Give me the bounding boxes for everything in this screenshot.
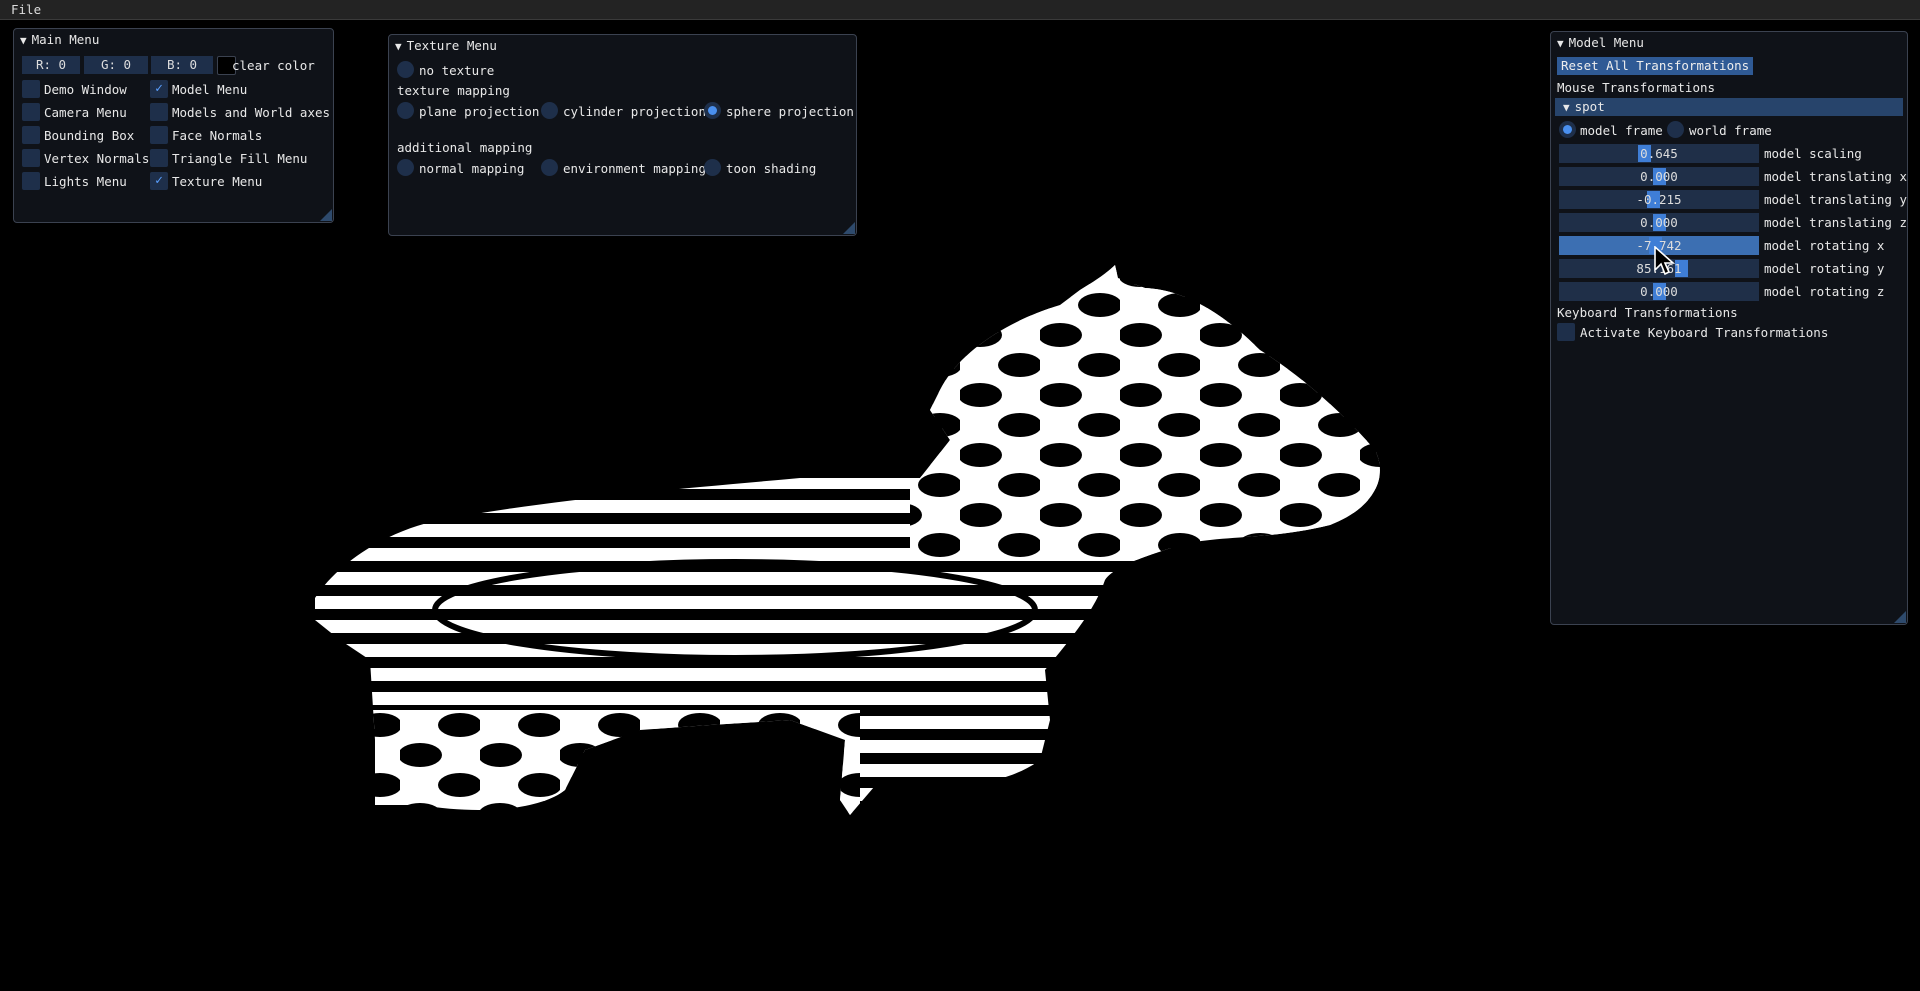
texture-menu-title[interactable]: ▼ Texture Menu [395, 37, 497, 55]
environment-mapping-label: environment mapping [563, 161, 706, 176]
plane-projection-label: plane projection [419, 104, 540, 119]
world-frame-radio[interactable] [1667, 121, 1684, 138]
slider-label: model scaling [1764, 146, 1862, 161]
slider-value: 0.645 [1640, 146, 1678, 161]
texture-menu-window: ▼ Texture Menu no texture texture mapping… [388, 34, 857, 236]
normal-mapping-radio[interactable] [397, 159, 414, 176]
models-world-axes-checkbox[interactable] [150, 103, 168, 121]
toon-shading-label: toon shading [726, 161, 817, 176]
model-frame-label: model frame [1580, 123, 1663, 138]
collapse-triangle-icon[interactable]: ▼ [395, 38, 402, 56]
reset-all-transformations-button[interactable]: Reset All Transformations [1557, 57, 1754, 75]
model-menu-label: Model Menu [172, 82, 248, 97]
additional-mapping-heading: additional mapping [397, 140, 533, 155]
model-tree-header[interactable]: ▼ spot [1555, 98, 1903, 116]
slider-label: model translating y [1764, 192, 1907, 207]
toon-shading-radio[interactable] [704, 159, 721, 176]
activate-keyboard-checkbox[interactable] [1557, 323, 1575, 341]
face-normals-checkbox[interactable] [150, 126, 168, 144]
activate-keyboard-label: Activate Keyboard Transformations [1580, 325, 1829, 340]
world-frame-label: world frame [1689, 123, 1772, 138]
collapse-triangle-icon[interactable]: ▼ [20, 32, 27, 50]
sphere-projection-radio[interactable] [704, 102, 721, 119]
vertex-normals-checkbox[interactable] [22, 149, 40, 167]
slider-value: 0.000 [1640, 215, 1678, 230]
bounding-box-label: Bounding Box [44, 128, 135, 143]
camera-menu-label: Camera Menu [44, 105, 127, 120]
slider-model-scaling[interactable]: 0.645 [1559, 144, 1759, 163]
slider-label: model rotating y [1764, 261, 1885, 276]
slider-model-rotating-z[interactable]: 0.000 [1559, 282, 1759, 301]
slider-model-translating-z[interactable]: 0.000 [1559, 213, 1759, 232]
bounding-box-checkbox[interactable] [22, 126, 40, 144]
mouse-pointer-icon [1654, 246, 1676, 276]
face-normals-label: Face Normals [172, 128, 263, 143]
no-texture-radio[interactable] [397, 61, 414, 78]
triangle-fill-menu-label: Triangle Fill Menu [172, 151, 308, 166]
slider-label: model translating x [1764, 169, 1907, 184]
texture-mapping-heading: texture mapping [397, 83, 510, 98]
menu-bar: File [0, 0, 1920, 20]
resize-grip-icon[interactable] [320, 209, 332, 221]
cylinder-projection-radio[interactable] [541, 102, 558, 119]
clear-color-label: clear color [232, 58, 315, 73]
slider-value: 0.000 [1640, 284, 1678, 299]
model-name: spot [1574, 99, 1605, 114]
menu-file[interactable]: File [11, 2, 41, 17]
no-texture-label: no texture [419, 63, 495, 78]
clear-color-b-field[interactable]: B: 0 [151, 56, 213, 74]
mouse-transformations-heading: Mouse Transformations [1557, 80, 1716, 95]
camera-menu-checkbox[interactable] [22, 103, 40, 121]
triangle-fill-menu-checkbox[interactable] [150, 149, 168, 167]
clear-color-r-field[interactable]: R: 0 [22, 56, 80, 74]
slider-value: 0.000 [1640, 169, 1678, 184]
lights-menu-label: Lights Menu [44, 174, 127, 189]
lights-menu-checkbox[interactable] [22, 172, 40, 190]
model-menu-title[interactable]: ▼ Model Menu [1557, 34, 1644, 52]
slider-model-translating-x[interactable]: 0.000 [1559, 167, 1759, 186]
resize-grip-icon[interactable] [843, 222, 855, 234]
main-menu-title[interactable]: ▼ Main Menu [20, 31, 99, 49]
keyboard-transformations-heading: Keyboard Transformations [1557, 305, 1738, 320]
texture-menu-title-text: Texture Menu [406, 38, 497, 53]
slider-model-translating-y[interactable]: -0.215 [1559, 190, 1759, 209]
checkmark-icon: ✓ [155, 173, 163, 188]
slider-label: model rotating z [1764, 284, 1885, 299]
vertex-normals-label: Vertex Normals [44, 151, 150, 166]
clear-color-g-field[interactable]: G: 0 [84, 56, 148, 74]
texture-menu-label: Texture Menu [172, 174, 263, 189]
demo-window-label: Demo Window [44, 82, 127, 97]
environment-mapping-radio[interactable] [541, 159, 558, 176]
sphere-projection-label: sphere projection [726, 104, 854, 119]
slider-value: -0.215 [1636, 192, 1682, 207]
model-menu-title-text: Model Menu [1568, 35, 1644, 50]
checkmark-icon: ✓ [155, 81, 163, 96]
cylinder-projection-label: cylinder projection [563, 104, 706, 119]
model-frame-radio[interactable] [1559, 121, 1576, 138]
collapse-triangle-icon[interactable]: ▼ [1563, 99, 1570, 117]
main-menu-window: ▼ Main Menu R: 0 G: 0 B: 0 clear color De… [13, 28, 334, 223]
models-world-axes-label: Models and World axes [172, 105, 331, 120]
model-menu-checkbox[interactable]: ✓ [150, 80, 168, 98]
demo-window-checkbox[interactable] [22, 80, 40, 98]
texture-menu-checkbox[interactable]: ✓ [150, 172, 168, 190]
model-menu-window: ▼ Model Menu Reset All Transformations Mo… [1550, 31, 1908, 625]
normal-mapping-label: normal mapping [419, 161, 525, 176]
slider-label: model translating z [1764, 215, 1907, 230]
plane-projection-radio[interactable] [397, 102, 414, 119]
main-menu-title-text: Main Menu [31, 32, 100, 47]
resize-grip-icon[interactable] [1894, 611, 1906, 623]
collapse-triangle-icon[interactable]: ▼ [1557, 35, 1564, 53]
slider-label: model rotating x [1764, 238, 1885, 253]
